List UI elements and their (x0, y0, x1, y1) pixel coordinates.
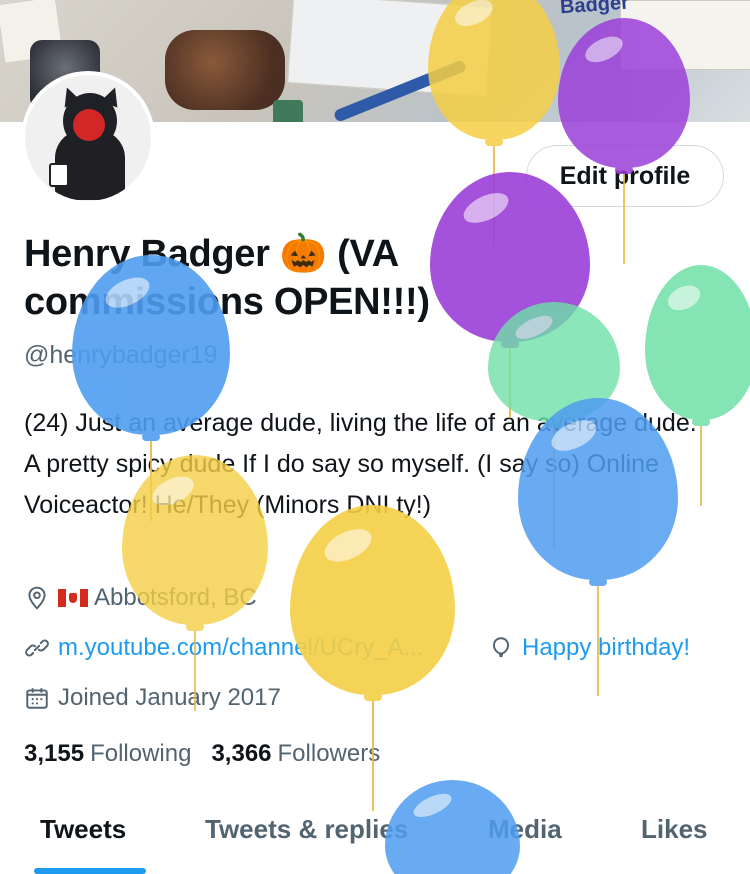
display-name: Henry Badger 🎃 (VA commissions OPEN!!!) (24, 233, 430, 323)
website-link[interactable]: m.youtube.com/channel/UCry_A... (58, 634, 424, 662)
followers-count: 3,366 (211, 740, 272, 767)
birthday-link[interactable]: Happy birthday! (522, 634, 690, 662)
following-count: 3,155 (24, 740, 85, 767)
joined-row: Joined January 2017 (24, 684, 281, 712)
user-handle: @henrybadger19 (24, 341, 218, 369)
canada-flag-icon (58, 589, 88, 607)
tab-tweets[interactable]: Tweets (40, 814, 126, 845)
followers-label: Followers (277, 740, 381, 767)
profile-bio: (24) Just an average dude, living the li… (24, 409, 697, 519)
joined-text: Joined January 2017 (58, 684, 281, 711)
balloon-shine (664, 280, 704, 315)
location-row: Abbotsford, BC (24, 584, 257, 612)
balloon-body (645, 265, 750, 420)
location-text: Abbotsford, BC (94, 584, 257, 611)
followers-link[interactable]: 3,366 Followers (211, 740, 380, 768)
website-row[interactable]: m.youtube.com/channel/UCry_A... (24, 634, 424, 662)
balloon-knot (485, 138, 503, 146)
banner-badge (273, 100, 303, 122)
tab-tweets-replies[interactable]: Tweets & replies (205, 814, 408, 845)
follow-stats: 3,155 Following 3,366 Followers (24, 740, 400, 768)
active-tab-indicator (34, 868, 146, 874)
balloon-knot (363, 693, 382, 701)
avatar-image (25, 75, 151, 201)
balloon-knot (501, 340, 519, 348)
avatar-mug (49, 163, 69, 187)
balloon-knot (589, 578, 607, 586)
following-link[interactable]: 3,155 Following (24, 740, 191, 768)
birthday-row[interactable]: Happy birthday! (488, 634, 690, 662)
avatar-face (73, 109, 105, 141)
tab-likes[interactable]: Likes (641, 814, 708, 845)
balloon-shine (319, 522, 376, 568)
calendar-icon (26, 688, 48, 709)
banner-paper (620, 0, 750, 70)
location-pin-icon (28, 586, 46, 610)
link-icon (25, 639, 49, 657)
edit-profile-button[interactable]: Edit profile (526, 145, 724, 207)
banner-paper (287, 0, 493, 97)
balloon-shine (459, 186, 513, 229)
profile-tabs: Tweets Tweets & replies Media Likes (0, 800, 750, 874)
balloon-knot (186, 623, 204, 631)
balloon-icon (492, 637, 510, 658)
balloon-body (290, 505, 455, 695)
avatar[interactable] (21, 71, 155, 205)
tab-media[interactable]: Media (488, 814, 562, 845)
banner-figure (165, 30, 285, 110)
following-label: Following (90, 740, 192, 767)
